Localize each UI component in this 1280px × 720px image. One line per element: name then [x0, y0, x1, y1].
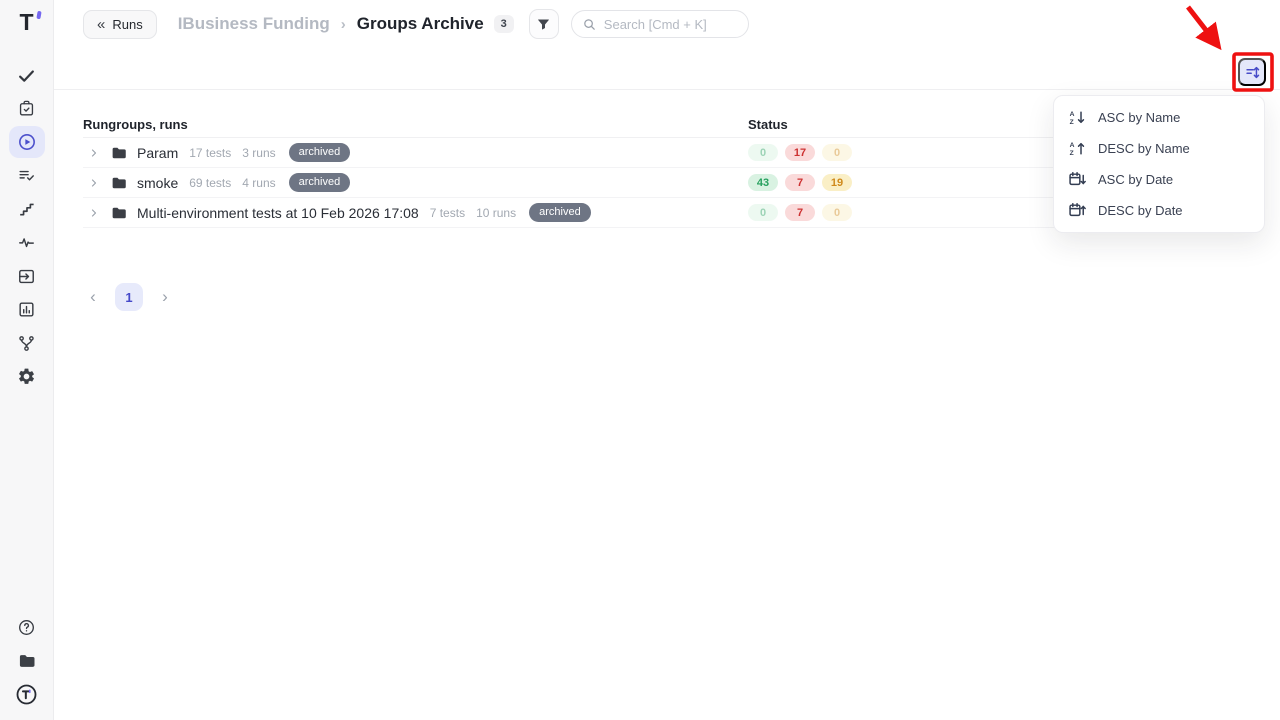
sort-icon — [1245, 65, 1260, 80]
sidebar-item-help[interactable] — [9, 611, 45, 643]
skipped-pill: 0 — [822, 144, 852, 161]
topbar: « Runs IBusiness Funding › Groups Archiv… — [54, 0, 1280, 90]
passed-pill: 43 — [748, 174, 778, 191]
page-title: Groups Archive — [357, 14, 484, 34]
breadcrumb-project[interactable]: IBusiness Funding — [178, 14, 330, 34]
double-chevron-left-icon: « — [97, 17, 105, 32]
pagination: ‹ 1 › — [84, 283, 1280, 311]
failed-pill: 7 — [785, 204, 815, 221]
sidebar-item-settings[interactable] — [9, 361, 45, 393]
rungroup-name[interactable]: Param — [137, 145, 178, 161]
tests-count: 7 tests — [430, 206, 465, 220]
sidebar-item-account[interactable] — [9, 678, 45, 710]
sidebar-item-tests[interactable] — [9, 59, 45, 91]
back-to-runs-label: Runs — [112, 17, 142, 32]
sidebar-item-runs[interactable] — [9, 126, 45, 158]
status-pills: 0 7 0 — [748, 204, 852, 221]
branch-icon — [17, 334, 36, 353]
archived-badge: archived — [529, 203, 591, 222]
expand-chevron-icon[interactable] — [88, 207, 100, 219]
sidebar-item-analytics[interactable] — [9, 294, 45, 326]
help-icon — [17, 618, 36, 637]
rungroup-name[interactable]: smoke — [137, 175, 178, 191]
sidebar-item-milestones[interactable] — [9, 193, 45, 225]
app-logo-icon[interactable]: T — [15, 8, 39, 36]
runs-count: 10 runs — [476, 206, 516, 220]
sort-dropdown-menu: A Z ASC by Name A Z DESC by Name ASC by … — [1053, 95, 1265, 233]
status-pills: 43 7 19 — [748, 174, 852, 191]
pulse-icon — [17, 233, 36, 252]
rungroup-name[interactable]: Multi-environment tests at 10 Feb 2026 1… — [137, 205, 419, 221]
account-logo-icon — [15, 683, 38, 706]
search-box — [571, 10, 749, 38]
sort-button[interactable] — [1238, 58, 1266, 86]
sort-date-desc-icon — [1069, 202, 1086, 219]
svg-text:Z: Z — [1070, 119, 1074, 126]
passed-pill: 0 — [748, 204, 778, 221]
folder-icon — [17, 651, 37, 671]
failed-pill: 7 — [785, 174, 815, 191]
archived-badge: archived — [289, 143, 351, 162]
tests-count: 69 tests — [189, 176, 231, 190]
check-icon — [17, 66, 36, 85]
folder-icon — [110, 144, 128, 162]
prev-page-button[interactable]: ‹ — [84, 287, 102, 307]
menu-item-label: DESC by Name — [1098, 141, 1190, 156]
search-icon — [582, 17, 597, 32]
groups-count-badge: 3 — [494, 15, 514, 33]
breadcrumb-separator: › — [341, 16, 346, 33]
steps-icon — [17, 200, 36, 219]
runs-count: 3 runs — [242, 146, 275, 160]
sidebar-item-pulse[interactable] — [9, 227, 45, 259]
skipped-pill: 19 — [822, 174, 852, 191]
sidebar: T — [0, 0, 54, 720]
expand-chevron-icon[interactable] — [88, 177, 100, 189]
back-to-runs-button[interactable]: « Runs — [83, 10, 157, 39]
bar-chart-icon — [17, 300, 36, 319]
folder-icon — [110, 174, 128, 192]
sidebar-item-plans[interactable] — [9, 93, 45, 125]
clipboard-check-icon — [17, 99, 36, 118]
current-page-button[interactable]: 1 — [115, 283, 143, 311]
funnel-icon — [536, 17, 551, 32]
play-circle-icon — [17, 132, 37, 152]
sidebar-item-import[interactable] — [9, 260, 45, 292]
sort-alpha-asc-icon: A Z — [1069, 109, 1086, 126]
menu-item-asc-by-name[interactable]: A Z ASC by Name — [1054, 102, 1264, 133]
menu-item-desc-by-name[interactable]: A Z DESC by Name — [1054, 133, 1264, 164]
menu-item-asc-by-date[interactable]: ASC by Date — [1054, 164, 1264, 195]
sidebar-item-results[interactable] — [9, 160, 45, 192]
gear-icon — [17, 367, 36, 386]
filter-button[interactable] — [529, 9, 559, 39]
svg-text:A: A — [1070, 111, 1075, 118]
passed-pill: 0 — [748, 144, 778, 161]
menu-item-label: DESC by Date — [1098, 203, 1183, 218]
sidebar-item-projects[interactable] — [9, 645, 45, 677]
failed-pill: 17 — [785, 144, 815, 161]
menu-item-desc-by-date[interactable]: DESC by Date — [1054, 195, 1264, 226]
menu-item-label: ASC by Date — [1098, 172, 1173, 187]
menu-item-label: ASC by Name — [1098, 110, 1180, 125]
import-icon — [17, 267, 36, 286]
sort-alpha-desc-icon: A Z — [1069, 140, 1086, 157]
svg-text:Z: Z — [1070, 150, 1074, 157]
sidebar-item-branches[interactable] — [9, 327, 45, 359]
archived-badge: archived — [289, 173, 351, 192]
next-page-button[interactable]: › — [156, 287, 174, 307]
search-input[interactable] — [571, 10, 749, 38]
tests-count: 17 tests — [189, 146, 231, 160]
list-check-icon — [17, 166, 36, 185]
svg-text:A: A — [1070, 142, 1075, 149]
folder-icon — [110, 204, 128, 222]
skipped-pill: 0 — [822, 204, 852, 221]
expand-chevron-icon[interactable] — [88, 147, 100, 159]
column-header-rungroups: Rungroups, runs — [83, 117, 748, 132]
status-pills: 0 17 0 — [748, 144, 852, 161]
sort-date-asc-icon — [1069, 171, 1086, 188]
runs-count: 4 runs — [242, 176, 275, 190]
